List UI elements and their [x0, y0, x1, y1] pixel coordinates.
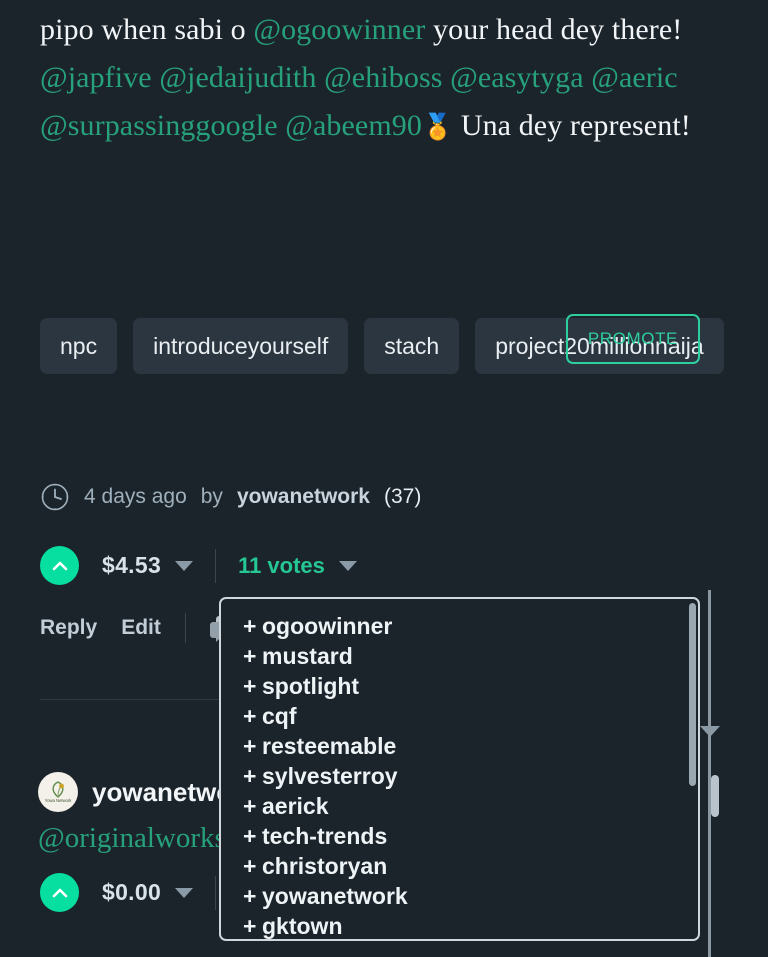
- voter-item[interactable]: + aerick: [221, 791, 698, 821]
- voter-item[interactable]: + christoryan: [221, 851, 698, 881]
- voter-name: sylvesterroy: [262, 763, 398, 789]
- post-vote-row: $4.53 11 votes: [40, 546, 357, 585]
- vote-count[interactable]: 11 votes: [238, 553, 325, 579]
- plus-icon: +: [243, 643, 257, 669]
- voter-name: spotlight: [262, 673, 360, 699]
- plus-icon: +: [243, 853, 257, 879]
- mention-link[interactable]: @abeem90: [285, 109, 422, 142]
- voter-name: gktown: [262, 913, 343, 939]
- tag-chip[interactable]: npc: [40, 318, 118, 374]
- post-text: pipo when sabi o: [40, 13, 254, 46]
- voter-item[interactable]: + ogoowinner: [221, 611, 698, 641]
- payout-value: $0.00: [102, 879, 162, 905]
- voter-item[interactable]: + mustard: [221, 641, 698, 671]
- page-scrollbar-track[interactable]: [708, 590, 711, 957]
- voter-item[interactable]: + resteemable: [221, 731, 698, 761]
- divider: [215, 548, 217, 583]
- post-text: [316, 61, 324, 94]
- post-author[interactable]: yowanetwork: [237, 485, 370, 509]
- divider: [215, 875, 217, 910]
- clock-icon: [40, 482, 70, 512]
- plus-icon: +: [243, 673, 257, 699]
- voter-item[interactable]: + spotlight: [221, 671, 698, 701]
- plus-icon: +: [243, 613, 257, 639]
- voter-item[interactable]: + sylvesterroy: [221, 761, 698, 791]
- chevron-up-icon: [52, 888, 67, 897]
- medal-icon: 🏅: [421, 112, 454, 141]
- avatar-label: Yowa Network: [44, 798, 72, 803]
- dropdown-scrollbar-thumb[interactable]: [689, 603, 696, 786]
- mention-link[interactable]: @ogoowinner: [253, 13, 425, 46]
- voter-name: aerick: [262, 793, 329, 819]
- voter-name: cqf: [262, 703, 297, 729]
- post-text: Una dey represent!: [453, 109, 691, 142]
- promote-button[interactable]: PROMOTE: [565, 314, 700, 364]
- voter-item[interactable]: + cqf: [221, 701, 698, 731]
- voter-name: ogoowinner: [262, 613, 393, 639]
- chevron-down-icon[interactable]: [338, 560, 357, 571]
- mention-link[interactable]: @ehiboss: [324, 61, 442, 94]
- plus-icon: +: [243, 913, 257, 939]
- voter-item[interactable]: + gktown: [221, 911, 698, 939]
- plus-icon: +: [243, 763, 257, 789]
- voter-item[interactable]: + tech-trends: [221, 821, 698, 851]
- mention-link[interactable]: @surpassinggoogle: [40, 109, 278, 142]
- post-text: [443, 61, 451, 94]
- post-by-label: by: [200, 485, 223, 508]
- edit-button[interactable]: Edit: [121, 616, 161, 640]
- post-body: pipo when sabi o @ogoowinner your head d…: [40, 6, 732, 151]
- page-scrollbar-thumb[interactable]: [711, 775, 719, 817]
- mention-link[interactable]: @japfive: [40, 61, 152, 94]
- upvote-button[interactable]: [40, 873, 79, 912]
- author-reputation: (37): [383, 485, 422, 508]
- post-timestamp: 4 days ago: [84, 485, 187, 508]
- mention-link[interactable]: @easytyga: [450, 61, 583, 94]
- voter-name: resteemable: [262, 733, 397, 759]
- voters-list: + ogoowinner + mustard + spotlight + cqf + restee…: [221, 611, 698, 939]
- post-text: your head dey there!: [425, 13, 683, 46]
- tag-chip[interactable]: introduceyourself: [133, 318, 349, 374]
- chevron-down-icon[interactable]: [175, 887, 194, 898]
- post-meta: 4 days ago by yowanetwork (37): [40, 482, 421, 512]
- chevron-up-icon: [52, 561, 67, 570]
- plus-icon: +: [243, 733, 257, 759]
- voter-item[interactable]: + yowanetwork: [221, 881, 698, 911]
- tag-chip[interactable]: stach: [364, 318, 460, 374]
- leaf-logo-icon: [52, 781, 64, 798]
- payout-value: $4.53: [102, 552, 162, 578]
- plus-icon: +: [243, 823, 257, 849]
- avatar[interactable]: Yowa Network: [38, 772, 78, 812]
- voter-name: christoryan: [262, 853, 388, 879]
- plus-icon: +: [243, 703, 257, 729]
- plus-icon: +: [243, 883, 257, 909]
- comment-header: Yowa Network yowanetwo: [38, 772, 232, 812]
- post-action-row: Reply Edit: [40, 612, 238, 644]
- upvote-button[interactable]: [40, 546, 79, 585]
- voter-name: yowanetwork: [262, 883, 408, 909]
- chevron-down-icon[interactable]: [175, 560, 194, 571]
- mention-link[interactable]: @aeric: [591, 61, 678, 94]
- comment-vote-row: $0.00: [40, 873, 238, 912]
- comment-body: @originalworks: [38, 822, 226, 854]
- comment-author[interactable]: yowanetwo: [92, 777, 232, 808]
- voters-dropdown[interactable]: + ogoowinner + mustard + spotlight + cqf + restee…: [219, 597, 700, 941]
- plus-icon: +: [243, 793, 257, 819]
- divider: [184, 613, 186, 643]
- voter-name: mustard: [262, 643, 353, 669]
- reply-button[interactable]: Reply: [40, 616, 97, 640]
- mention-link[interactable]: @jedaijudith: [159, 61, 316, 94]
- voter-name: tech-trends: [262, 823, 388, 849]
